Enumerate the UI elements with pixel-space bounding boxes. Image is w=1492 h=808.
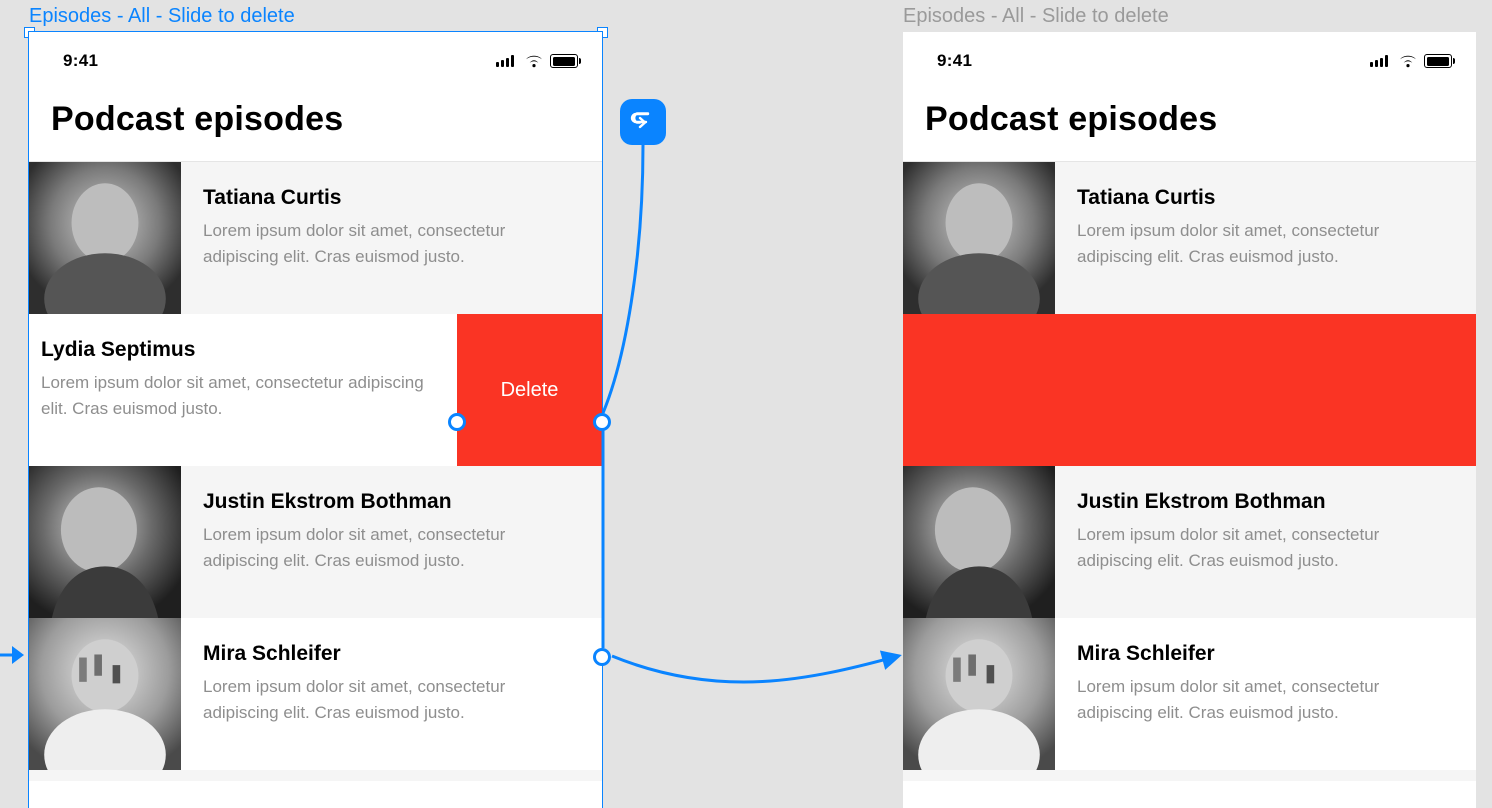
episode-description: Lorem ipsum dolor sit amet, consectetur … — [41, 370, 438, 422]
page-title: Podcast episodes — [29, 90, 602, 161]
prototype-hotspot-bottom[interactable] — [593, 648, 611, 666]
episode-row[interactable]: Tatiana Curtis Lorem ipsum dolor sit ame… — [29, 162, 602, 314]
frame-label[interactable]: Episodes - All - Slide to delete — [903, 4, 1169, 28]
avatar — [903, 618, 1055, 770]
episode-row[interactable]: Tatiana Curtis Lorem ipsum dolor sit ame… — [903, 162, 1476, 314]
delete-button[interactable]: Delete — [457, 314, 602, 466]
episode-description: Lorem ipsum dolor sit amet, consectetur … — [1077, 522, 1454, 574]
wifi-icon — [524, 54, 544, 68]
avatar — [29, 618, 181, 770]
cellular-icon — [496, 55, 518, 67]
ios-status-bar: 9:41 — [903, 32, 1476, 90]
status-icons — [1370, 54, 1452, 68]
battery-icon — [1424, 54, 1452, 68]
episode-author: Tatiana Curtis — [203, 186, 580, 210]
smart-animate-icon — [630, 111, 656, 133]
avatar — [29, 466, 181, 618]
prototype-hotspot-right[interactable] — [593, 413, 611, 431]
prototype-hotspot-left[interactable] — [448, 413, 466, 431]
avatar — [903, 162, 1055, 314]
frame-label-selected[interactable]: Episodes - All - Slide to delete — [29, 4, 295, 28]
episode-row[interactable]: Justin Ekstrom Bothman Lorem ipsum dolor… — [903, 466, 1476, 618]
cellular-icon — [1370, 55, 1392, 67]
episode-description: Lorem ipsum dolor sit amet, consectetur … — [1077, 218, 1454, 270]
episode-row-swiped[interactable]: Lydia Septimus Lorem ipsum dolor sit ame… — [29, 314, 602, 466]
episode-author: Justin Ekstrom Bothman — [203, 490, 580, 514]
episode-author: Lydia Septimus — [41, 338, 438, 362]
episode-description: Lorem ipsum dolor sit amet, consectetur … — [203, 522, 580, 574]
frame-episodes-all-slide-to-delete[interactable]: 9:41 Podcast episodes Tatiana Curtis Lor… — [903, 32, 1476, 808]
page-title: Podcast episodes — [903, 90, 1476, 161]
frame-episodes-all-slide-to-delete-selected[interactable]: 9:41 Podcast episodes Tatiana Curtis Lor… — [29, 32, 602, 808]
episode-row[interactable]: Mira Schleifer Lorem ipsum dolor sit ame… — [29, 618, 602, 770]
episode-author: Mira Schleifer — [1077, 642, 1454, 666]
episode-row[interactable]: Justin Ekstrom Bothman Lorem ipsum dolor… — [29, 466, 602, 618]
figma-canvas[interactable]: Episodes - All - Slide to delete Episode… — [0, 0, 1492, 808]
episode-row[interactable]: Mira Schleifer Lorem ipsum dolor sit ame… — [903, 618, 1476, 770]
prototype-incoming-arrow-icon — [0, 644, 26, 666]
status-time: 9:41 — [63, 51, 98, 71]
wifi-icon — [1398, 54, 1418, 68]
smart-animate-badge[interactable] — [620, 99, 666, 145]
status-time: 9:41 — [937, 51, 972, 71]
avatar — [29, 162, 181, 314]
battery-icon — [550, 54, 578, 68]
episode-description: Lorem ipsum dolor sit amet, consectetur … — [1077, 674, 1454, 726]
episode-description: Lorem ipsum dolor sit amet, consectetur … — [203, 218, 580, 270]
episode-row[interactable] — [903, 770, 1476, 781]
episode-description: Lorem ipsum dolor sit amet, consectetur … — [203, 674, 580, 726]
episode-author: Mira Schleifer — [203, 642, 580, 666]
episode-author: Tatiana Curtis — [1077, 186, 1454, 210]
avatar — [903, 466, 1055, 618]
status-icons — [496, 54, 578, 68]
episode-row[interactable] — [29, 770, 602, 781]
ios-status-bar: 9:41 — [29, 32, 602, 90]
delete-confirm-row[interactable] — [903, 314, 1476, 466]
episode-author: Justin Ekstrom Bothman — [1077, 490, 1454, 514]
